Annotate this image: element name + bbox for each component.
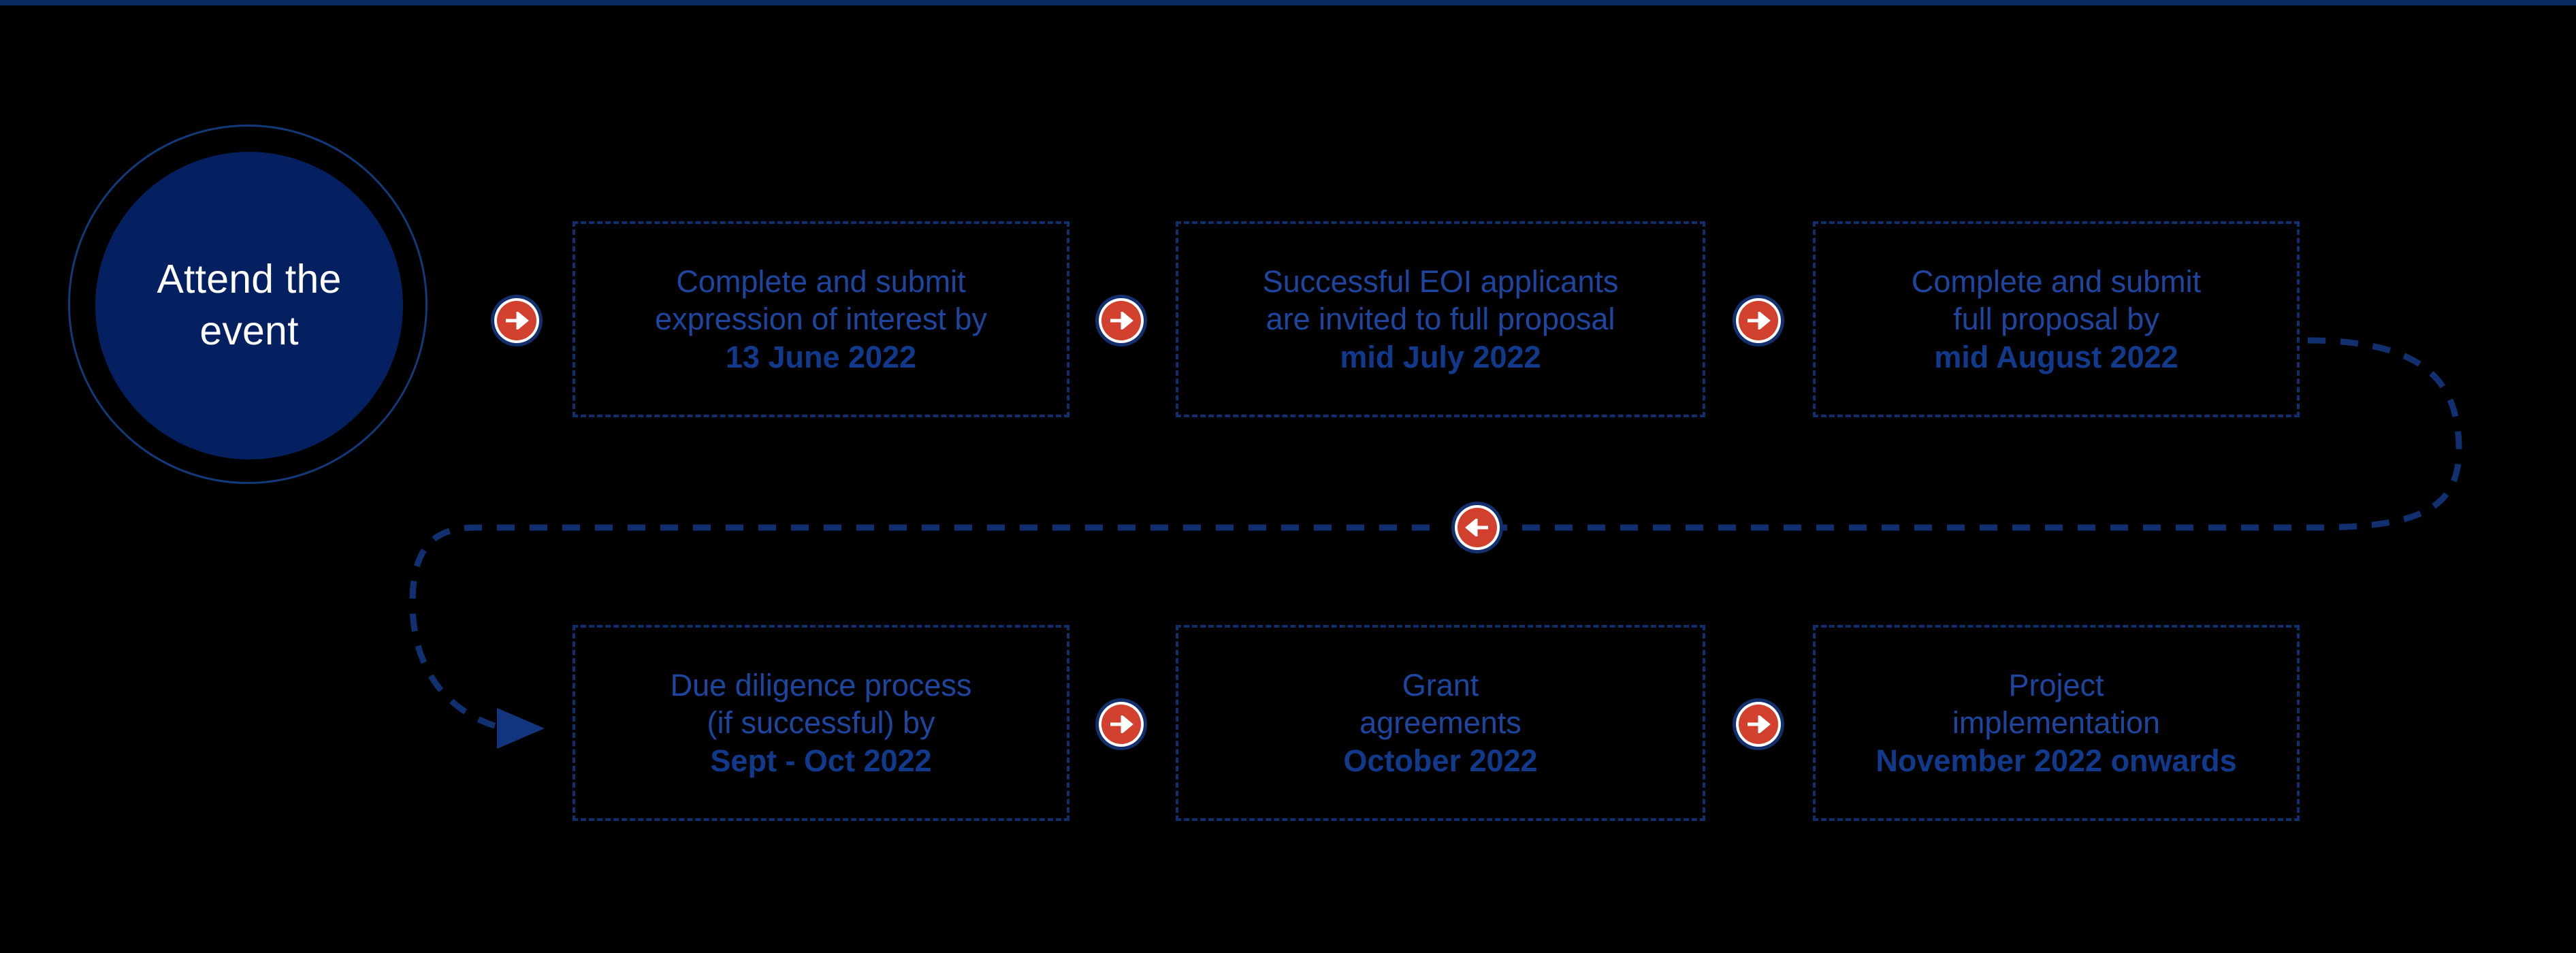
step-5-line1: Grant [1402, 667, 1479, 702]
step-6-line1: Project [2008, 667, 2104, 702]
step-1-line1: Complete and submit [676, 263, 966, 299]
step-3-line2: full proposal by [1953, 302, 2159, 337]
arrow-right-icon [1101, 301, 1141, 340]
step-4-date: Sept - Oct 2022 [710, 743, 932, 778]
start-node-attend-event[interactable]: Attend the event [68, 125, 432, 488]
step-box-4[interactable]: Due diligence process (if successful) by… [573, 625, 1069, 821]
arrow-badge-row-transition[interactable] [1451, 502, 1503, 553]
step-box-5[interactable]: Grant agreements October 2022 [1176, 625, 1705, 821]
start-node-label-line1: Attend the [157, 257, 342, 302]
step-2-line2: are invited to full proposal [1266, 302, 1615, 337]
step-1-date: 13 June 2022 [725, 339, 917, 374]
step-1-line2: expression of interest by [655, 302, 987, 337]
step-4-line2: (if successful) by [707, 705, 935, 741]
flow-diagram-canvas: Attend the event Complete and submit exp… [0, 0, 2576, 953]
arrow-right-icon [1739, 301, 1778, 340]
step-box-1[interactable]: Complete and submit expression of intere… [573, 221, 1069, 417]
start-node-label-line2: event [199, 308, 299, 353]
step-box-2[interactable]: Successful EOI applicants are invited to… [1176, 221, 1705, 417]
step-5-line2: agreements [1359, 705, 1522, 741]
step-4-line1: Due diligence process [670, 667, 972, 702]
step-2-date: mid July 2022 [1340, 339, 1541, 374]
step-5-date: October 2022 [1343, 743, 1538, 778]
arrow-right-icon [1101, 705, 1141, 744]
arrow-left-icon [1458, 508, 1497, 547]
connector-arrowhead-icon [497, 708, 545, 749]
arrow-badge-start-to-step1[interactable] [491, 295, 543, 346]
step-6-line2: implementation [1952, 705, 2161, 741]
arrow-right-icon [1739, 705, 1778, 744]
arrow-badge-step4-to-step5[interactable] [1095, 698, 1147, 750]
step-6-date: November 2022 onwards [1875, 743, 2237, 778]
step-3-line1: Complete and submit [1911, 263, 2202, 299]
step-3-date: mid August 2022 [1934, 339, 2178, 374]
arrow-badge-step2-to-step3[interactable] [1733, 295, 1784, 346]
step-box-3[interactable]: Complete and submit full proposal by mid… [1813, 221, 2300, 417]
step-box-6[interactable]: Project implementation November 2022 onw… [1813, 625, 2300, 821]
arrow-badge-step1-to-step2[interactable] [1095, 295, 1147, 346]
arrow-badge-step5-to-step6[interactable] [1733, 698, 1784, 750]
step-2-line1: Successful EOI applicants [1262, 263, 1619, 299]
start-node-label: Attend the event [95, 152, 403, 459]
arrow-right-icon [497, 301, 536, 340]
